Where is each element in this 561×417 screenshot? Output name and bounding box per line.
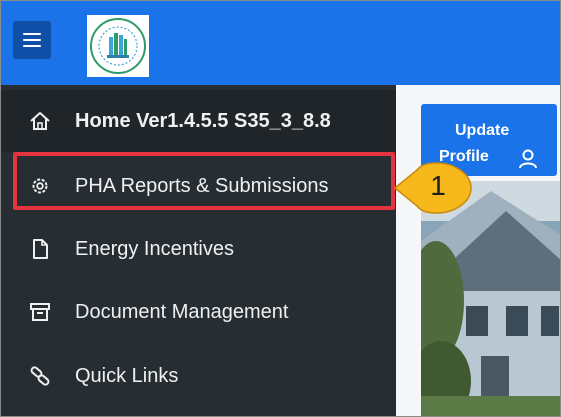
top-navigation-bar xyxy=(1,1,560,85)
sidebar-item-label: Home Ver1.4.5.5 S35_3_8.8 xyxy=(75,110,331,132)
hud-seal-icon xyxy=(90,18,146,74)
sidebar-item-quick-links[interactable]: Quick Links xyxy=(1,345,396,407)
update-profile-label-line1: Update xyxy=(455,122,510,139)
home-icon xyxy=(30,112,50,130)
sidebar-item-label: Document Management xyxy=(75,301,289,323)
house-photo xyxy=(421,181,560,416)
sidebar-item-energy-incentives[interactable]: Energy Incentives xyxy=(1,218,396,280)
sidebar-nav: Home Ver1.4.5.5 S35_3_8.8 PHA Reports & … xyxy=(1,85,396,416)
menu-bar-line xyxy=(23,33,41,35)
house-image xyxy=(421,181,560,416)
archive-box-icon xyxy=(30,303,50,321)
sidebar-item-label: Energy Incentives xyxy=(75,238,234,260)
highlight-box xyxy=(13,152,395,210)
menu-bar-line xyxy=(23,45,41,47)
document-icon xyxy=(33,239,48,259)
user-icon xyxy=(519,149,537,169)
hamburger-menu-button[interactable] xyxy=(13,21,51,59)
sidebar-item-home[interactable]: Home Ver1.4.5.5 S35_3_8.8 xyxy=(1,90,396,152)
menu-bar-line xyxy=(23,39,41,41)
app-window: Home Ver1.4.5.5 S35_3_8.8 PHA Reports & … xyxy=(0,0,561,417)
link-icon xyxy=(30,366,50,386)
hud-logo[interactable] xyxy=(87,15,149,77)
sidebar-item-document-management[interactable]: Document Management xyxy=(1,281,396,343)
callout-number: 1 xyxy=(430,170,446,201)
sidebar-item-label: Quick Links xyxy=(75,365,179,387)
